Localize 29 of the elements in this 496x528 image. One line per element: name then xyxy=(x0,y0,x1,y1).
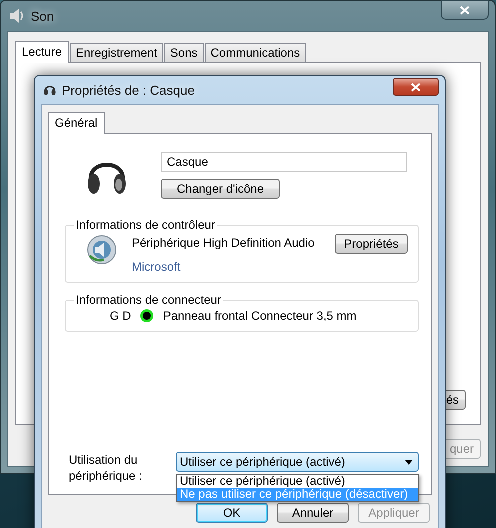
usage-dropdown[interactable]: Utiliser ce périphérique (activé) xyxy=(176,452,419,472)
usage-label: Utilisation du périphérique : xyxy=(69,452,144,484)
close-icon xyxy=(411,82,421,92)
window-title: Son xyxy=(31,8,54,24)
properties-button[interactable]: Propriétés xyxy=(335,234,408,254)
vendor-name: Microsoft xyxy=(132,260,182,274)
jack-icon xyxy=(140,309,154,323)
device-name: Périphérique High Definition Audio xyxy=(132,236,316,250)
close-button[interactable] xyxy=(393,78,439,96)
close-button[interactable] xyxy=(441,0,489,20)
dialog-title: Propriétés de : Casque xyxy=(62,82,195,98)
tab[interactable]: Sons xyxy=(164,43,204,63)
tab[interactable]: Général xyxy=(48,112,105,134)
group-legend: Informations de contrôleur xyxy=(74,218,218,232)
name-field[interactable]: Casque xyxy=(161,152,407,172)
tab[interactable]: Communications xyxy=(204,43,306,63)
speaker-icon xyxy=(86,234,118,266)
tab[interactable]: Lecture xyxy=(15,41,70,63)
change-icon-button[interactable]: Changer d'icône xyxy=(161,179,280,199)
speaker-icon xyxy=(9,9,25,23)
dropdown-option[interactable]: Utiliser ce périphérique (activé) xyxy=(177,475,418,488)
dialog-button[interactable]: OK xyxy=(196,503,268,523)
group-legend: Informations de connecteur xyxy=(74,293,224,307)
dialog-button[interactable]: Annuler xyxy=(277,503,349,523)
caret-icon xyxy=(405,460,413,464)
connector-label: Panneau frontal Connecteur 3,5 mm xyxy=(163,309,357,323)
channel-label: G D xyxy=(110,309,132,323)
tab[interactable]: Enregistrement xyxy=(70,43,164,63)
close-icon xyxy=(460,6,470,14)
